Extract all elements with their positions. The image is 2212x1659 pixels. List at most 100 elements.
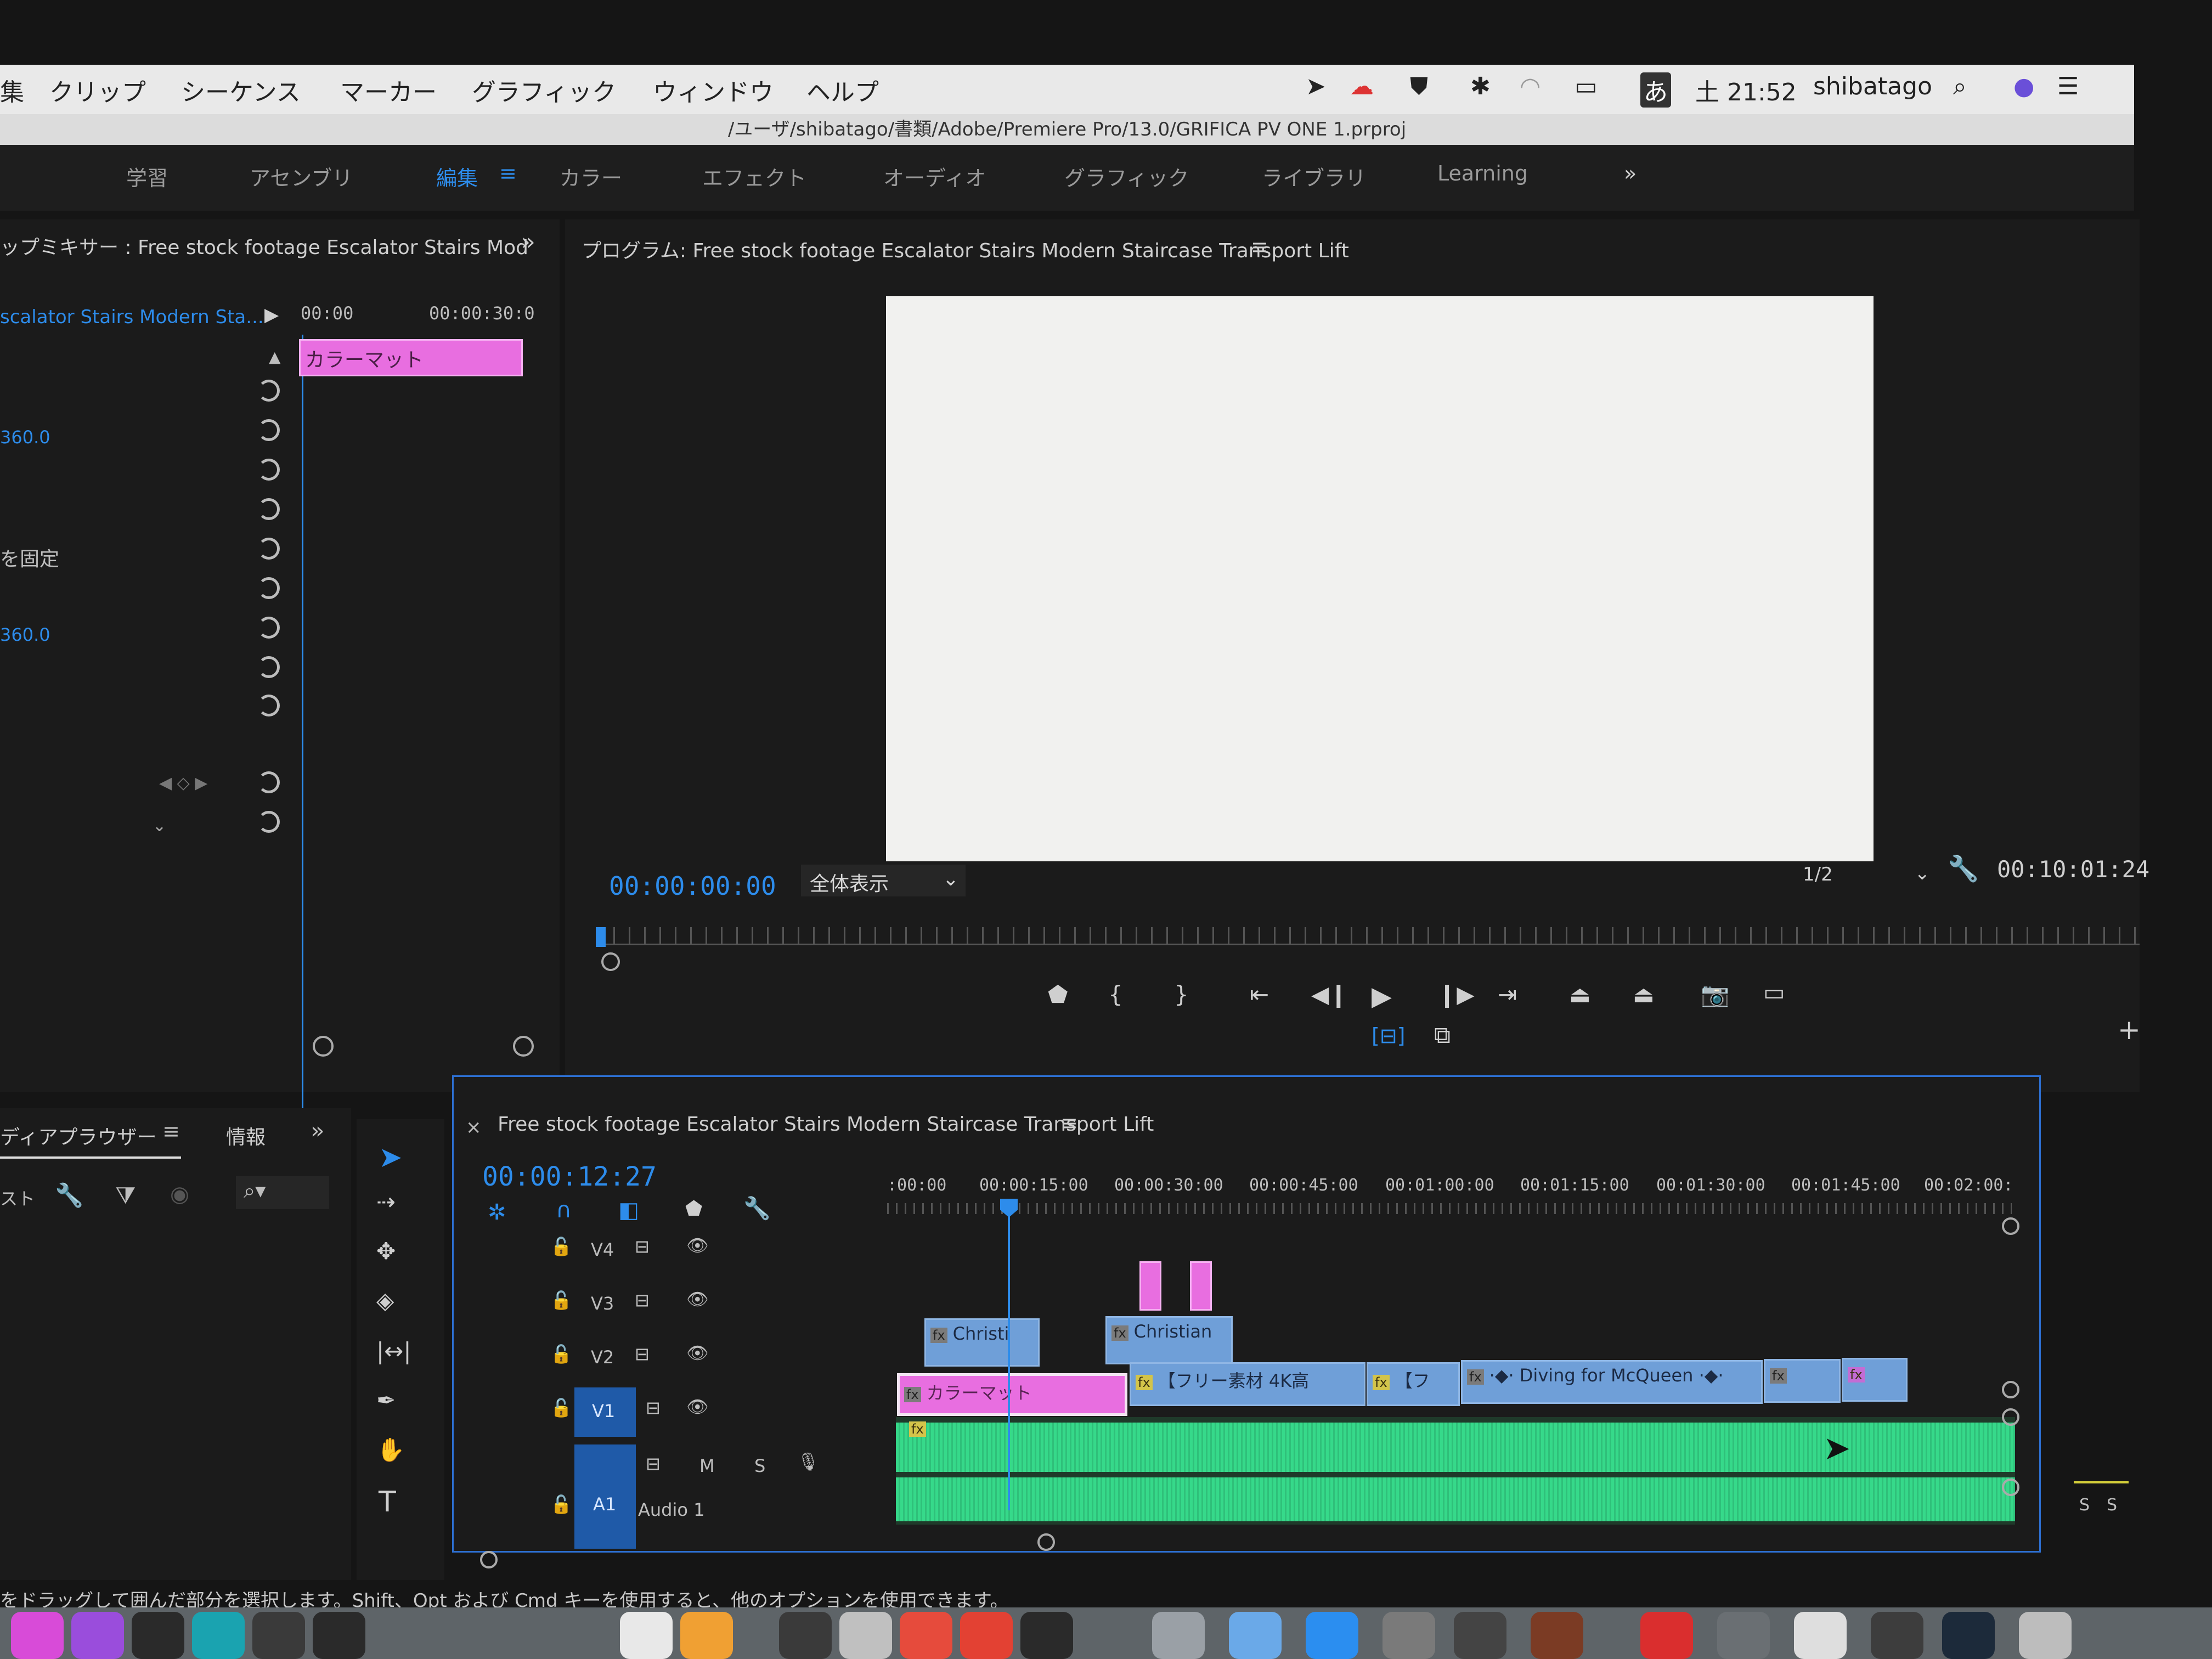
dock-app-icon[interactable] xyxy=(1717,1612,1770,1659)
clip-v1-diving-for-mcqueen[interactable]: fx ·◆· Diving for McQueen ·◆· xyxy=(1461,1360,1763,1404)
track-name-v1[interactable]: V1 xyxy=(592,1401,615,1421)
safe-margins-icon[interactable]: ▭ xyxy=(1763,979,1785,1006)
collapse-icon[interactable]: ▲ xyxy=(269,348,281,366)
timeline-settings-icon[interactable]: 🔧 xyxy=(743,1195,771,1221)
dock-app-icon[interactable] xyxy=(1942,1612,1995,1659)
play-icon[interactable]: ▶ xyxy=(264,304,279,326)
keyframe-nav-icon[interactable]: ◀ ◇ ▶ xyxy=(159,774,207,793)
clip-v2-christian-2[interactable]: fx Christian xyxy=(1105,1316,1233,1364)
track-name-v3[interactable]: V3 xyxy=(591,1293,614,1314)
clip-v1-end-1[interactable]: fx xyxy=(1764,1359,1841,1403)
reset-icon[interactable] xyxy=(258,538,280,560)
clip-v3-pink-b[interactable] xyxy=(1190,1261,1212,1311)
mark-in-icon[interactable]: { xyxy=(1108,981,1123,1008)
lock-icon[interactable]: 🔓 xyxy=(550,1344,572,1364)
lock-icon[interactable]: 🔓 xyxy=(550,1397,572,1418)
reset-icon[interactable] xyxy=(258,656,280,678)
zoom-handle[interactable] xyxy=(601,952,620,971)
clip-v1-colormatte[interactable]: fx カラーマット xyxy=(897,1373,1127,1416)
lock-icon[interactable]: 🔓 xyxy=(550,1494,572,1515)
dock-app-icon[interactable] xyxy=(620,1612,673,1659)
workspace-assembly[interactable]: アセンブリ xyxy=(250,161,353,191)
add-button-icon[interactable]: + xyxy=(2118,1014,2141,1046)
add-marker-icon[interactable]: ⬟ xyxy=(685,1198,702,1220)
pen-tool-icon[interactable]: ✒ xyxy=(376,1387,396,1414)
workspace-effects[interactable]: エフェクト xyxy=(702,161,806,191)
resolution-select[interactable]: 1/2 ⌄ xyxy=(1794,860,1937,892)
sync-lock-icon[interactable]: ⊟ xyxy=(635,1344,650,1364)
workspace-editing[interactable]: 編集 xyxy=(436,161,478,191)
play-button-icon[interactable]: ▶ xyxy=(1372,981,1392,1012)
menu-window[interactable]: ウィンドウ xyxy=(653,72,774,108)
dock-app-icon[interactable] xyxy=(192,1612,245,1659)
sequence-title[interactable]: Free stock footage Escalator Stairs Mode… xyxy=(498,1113,1154,1136)
workspace-learning[interactable]: Learning xyxy=(1437,161,1528,185)
comparison-view-icon[interactable]: ⧉ xyxy=(1434,1022,1451,1049)
clip-name[interactable]: scalator Stairs Modern Sta... xyxy=(0,306,264,328)
clip-v3-pink-a[interactable] xyxy=(1139,1261,1161,1311)
lift-icon[interactable]: ⏏ xyxy=(1569,981,1591,1008)
reset-icon[interactable] xyxy=(258,771,280,793)
eye-icon[interactable]: 👁 xyxy=(686,1289,709,1310)
sync-lock-icon[interactable]: ⊟ xyxy=(646,1397,661,1418)
timeline-ruler[interactable]: :00:00 00:00:15:00 00:00:30:00 00:00:45:… xyxy=(887,1176,2028,1220)
lock-icon[interactable]: 🔓 xyxy=(550,1290,572,1311)
clip-v1-end-2[interactable]: fx xyxy=(1842,1358,1908,1402)
go-to-out-icon[interactable]: ⇥ xyxy=(1498,981,1517,1008)
timeline-timecode[interactable]: 00:00:12:27 xyxy=(482,1161,657,1192)
menu-marker[interactable]: マーカー xyxy=(340,72,437,108)
search-input[interactable]: ⌕▾ xyxy=(236,1176,329,1209)
dock-app-icon[interactable] xyxy=(1531,1612,1583,1659)
reset-icon[interactable] xyxy=(258,811,280,833)
sync-lock-icon[interactable]: ⊟ xyxy=(646,1453,661,1474)
dock-app-icon[interactable] xyxy=(1871,1612,1923,1659)
dock-app-icon[interactable] xyxy=(132,1612,184,1659)
reset-icon[interactable] xyxy=(258,380,280,402)
track-name-v4[interactable]: V4 xyxy=(591,1239,614,1260)
track-name-v2[interactable]: V2 xyxy=(591,1347,614,1368)
security-icon[interactable]: ⛊ xyxy=(1410,72,1428,100)
siri-icon[interactable]: ● xyxy=(2013,72,2034,100)
go-to-in-icon[interactable]: ⇤ xyxy=(1250,981,1269,1008)
workspace-learn[interactable]: 学習 xyxy=(126,161,168,191)
dock-app-icon[interactable] xyxy=(313,1612,365,1659)
dock-app-icon[interactable] xyxy=(1383,1612,1435,1659)
panel-menu-icon[interactable]: ≡ xyxy=(1251,235,1268,259)
menu-edit[interactable]: 集 xyxy=(0,72,24,108)
dock-app-icon[interactable] xyxy=(1020,1612,1073,1659)
user-name[interactable]: shibatago xyxy=(1813,72,1932,100)
dock-app-icon[interactable] xyxy=(252,1612,305,1659)
dock-app-icon[interactable] xyxy=(11,1612,64,1659)
export-frame-icon[interactable]: 📷 xyxy=(1701,981,1729,1008)
tab-info[interactable]: 情報 xyxy=(226,1121,266,1150)
view-icon[interactable]: ◉ xyxy=(170,1182,189,1207)
workspace-graphics[interactable]: グラフィック xyxy=(1064,161,1189,191)
menu-help[interactable]: ヘルプ xyxy=(806,72,879,108)
reset-icon[interactable] xyxy=(258,577,280,599)
panel-menu-icon[interactable]: ≡ xyxy=(162,1119,180,1143)
sync-lock-icon[interactable]: ⊟ xyxy=(635,1290,650,1311)
dock-app-icon[interactable] xyxy=(900,1612,952,1659)
extract-icon[interactable]: ⏏ xyxy=(1633,981,1655,1008)
snap-icon[interactable]: ∩ xyxy=(556,1198,572,1223)
reset-icon[interactable] xyxy=(258,498,280,520)
reset-icon[interactable] xyxy=(258,617,280,639)
menu-sequence[interactable]: シーケンス xyxy=(181,72,301,108)
nest-icon[interactable]: ✲ xyxy=(488,1200,506,1225)
wifi-icon[interactable]: ◠ xyxy=(1520,72,1541,100)
workspace-audio[interactable]: オーディオ xyxy=(883,161,986,191)
microphone-icon[interactable]: 🎙 xyxy=(797,1451,820,1472)
vscroll-handle[interactable] xyxy=(2002,1217,2019,1235)
notification-center-icon[interactable]: ☰ xyxy=(2057,72,2079,100)
step-back-icon[interactable]: ◀❙ xyxy=(1311,981,1348,1008)
spotlight-icon[interactable]: ⌕ xyxy=(1953,72,1967,100)
clip-v1-free-footage[interactable]: fx 【フリー素材 4K高 xyxy=(1130,1362,1365,1406)
reset-icon[interactable] xyxy=(258,419,280,441)
type-tool-icon[interactable]: T xyxy=(379,1486,396,1519)
location-icon[interactable]: ➤ xyxy=(1306,72,1326,100)
battery-icon[interactable]: ▭ xyxy=(1575,72,1598,100)
clip-v1-short[interactable]: fx 【フ xyxy=(1367,1362,1460,1406)
mark-out-icon[interactable]: } xyxy=(1174,981,1189,1008)
hscroll-handle-right[interactable] xyxy=(1037,1533,1055,1551)
timeline-playhead[interactable] xyxy=(1008,1203,1010,1510)
